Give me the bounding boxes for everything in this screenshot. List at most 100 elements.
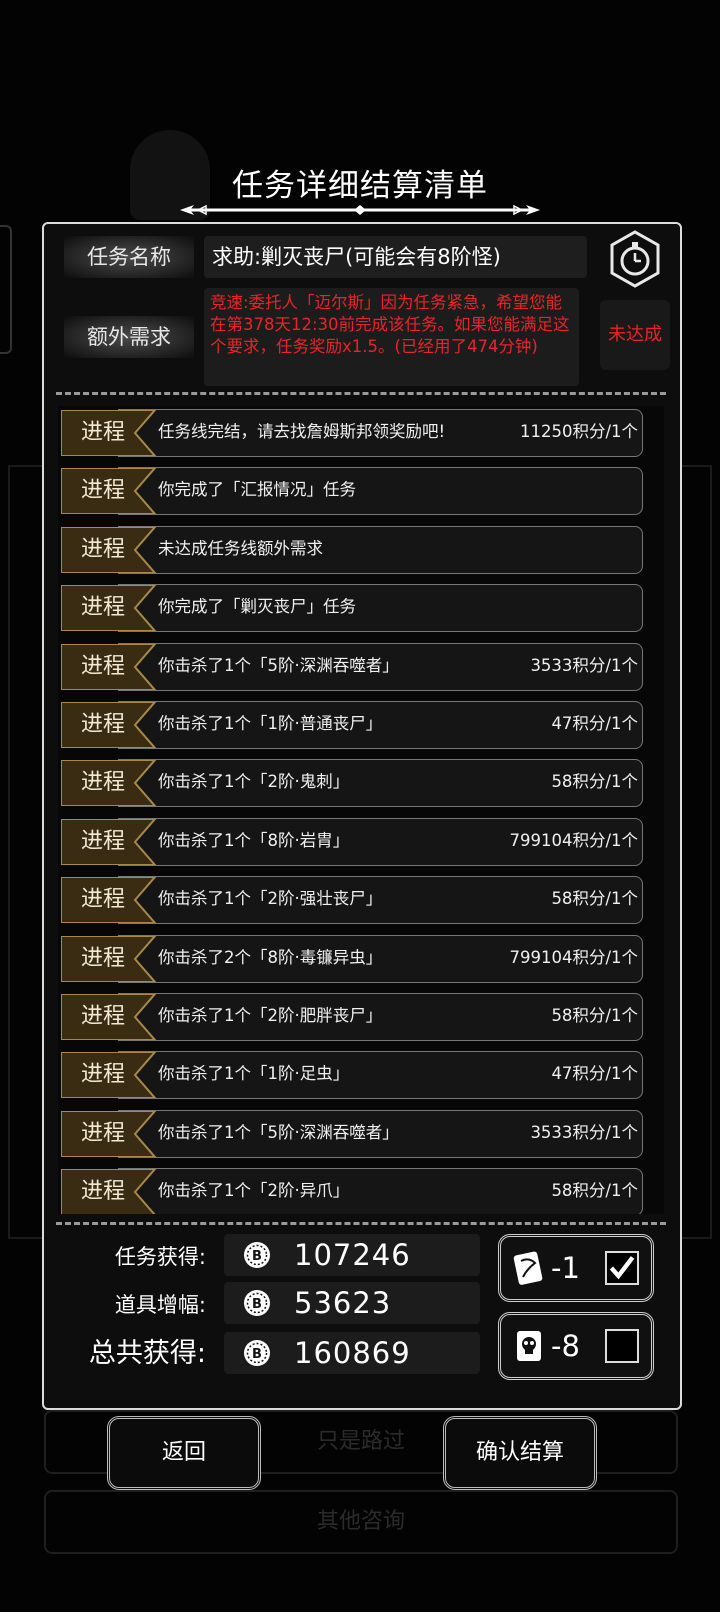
background-option-other: 其他咨询 xyxy=(44,1490,678,1554)
svg-text:B: B xyxy=(252,1347,262,1362)
progress-row-value: 58积分/1个 xyxy=(551,772,638,792)
item-bonus-label: 道具增幅: xyxy=(114,1293,206,1317)
progress-row-text: 你击杀了2个「8阶·毒镰异虫」 xyxy=(158,947,383,967)
divider-top xyxy=(56,392,666,395)
progress-tag-label: 进程 xyxy=(80,595,125,621)
progress-tag: 进程 xyxy=(61,1169,157,1214)
progress-tag: 进程 xyxy=(61,468,157,515)
progress-tag-label: 进程 xyxy=(80,887,125,913)
progress-row-text: 任务线完结，请去找詹姆斯邦领奖励吧! xyxy=(158,422,446,441)
progress-tag: 进程 xyxy=(61,410,157,456)
task-earned-value: 107246 xyxy=(294,1238,411,1272)
progress-row: 进程 你击杀了2个「8阶·毒镰异虫」 799104积分/1个 xyxy=(58,934,664,985)
progress-tag-label: 进程 xyxy=(80,420,125,445)
progress-tag-label: 进程 xyxy=(80,770,125,796)
coin-icon: B xyxy=(244,1340,270,1366)
total-earned-label: 总共获得: xyxy=(88,1338,206,1369)
progress-tag-label: 进程 xyxy=(80,828,125,854)
progress-row-value: 11250积分/1个 xyxy=(519,422,638,441)
progress-row-value: 47积分/1个 xyxy=(551,1064,638,1084)
progress-row-text: 你击杀了1个「5阶·深渊吞噬者」 xyxy=(158,655,399,675)
checkmark-icon xyxy=(609,1256,635,1280)
extra-requirement-label: 额外需求 xyxy=(64,316,194,358)
progress-tag-label: 进程 xyxy=(80,478,125,504)
item-scroll-toggle[interactable]: -1 xyxy=(498,1234,654,1302)
progress-row: 进程 你击杀了1个「1阶·普通丧尸」 47积分/1个 xyxy=(58,701,664,751)
stopwatch-icon xyxy=(610,230,660,288)
background-side-tab xyxy=(0,225,12,354)
progress-row-value: 47积分/1个 xyxy=(551,714,638,733)
progress-tag: 进程 xyxy=(61,643,157,690)
progress-row-value: 799104积分/1个 xyxy=(509,830,638,850)
item-scroll-checkbox[interactable] xyxy=(605,1251,639,1285)
task-earned-box: B 107246 xyxy=(224,1234,480,1276)
progress-tag: 进程 xyxy=(61,818,157,865)
progress-row: 进程 你击杀了1个「1阶·足虫」 47积分/1个 xyxy=(58,1051,664,1101)
progress-tag: 进程 xyxy=(61,585,157,632)
item-skull-checkbox[interactable] xyxy=(605,1329,639,1363)
progress-row-text: 你完成了「汇报情况」任务 xyxy=(158,480,356,500)
progress-tag: 进程 xyxy=(61,702,157,748)
progress-row-value: 799104积分/1个 xyxy=(509,947,638,967)
progress-row: 进程 你击杀了1个「2阶·异爪」 58积分/1个 xyxy=(58,1168,664,1214)
progress-row-value: 3533积分/1个 xyxy=(530,655,638,675)
progress-tag: 进程 xyxy=(61,1052,157,1099)
progress-row-text: 你击杀了1个「2阶·强壮丧尸」 xyxy=(158,889,383,909)
progress-row: 进程 未达成任务线额外需求 xyxy=(58,525,664,576)
svg-text:B: B xyxy=(252,1297,262,1312)
progress-row-value: 58积分/1个 xyxy=(551,889,638,909)
progress-row-text: 你击杀了1个「1阶·普通丧尸」 xyxy=(158,714,383,733)
progress-row: 进程 你击杀了1个「5阶·深渊吞噬者」 3533积分/1个 xyxy=(58,1109,664,1160)
extra-requirement-status: 未达成 xyxy=(600,300,670,370)
progress-row: 进程 你完成了「剿灭丧尸」任务 xyxy=(58,584,664,634)
total-earned-box: B 160869 xyxy=(224,1332,480,1374)
scroll-card-icon xyxy=(513,1251,543,1285)
progress-tag: 进程 xyxy=(61,526,157,573)
progress-row: 进程 你击杀了1个「2阶·肥胖丧尸」 58积分/1个 xyxy=(58,993,664,1043)
progress-tag-label: 进程 xyxy=(80,712,125,737)
progress-tag-label: 进程 xyxy=(80,1062,125,1088)
progress-row-text: 你击杀了1个「1阶·足虫」 xyxy=(158,1064,350,1084)
total-earned-value: 160869 xyxy=(294,1336,411,1370)
item-skull-count: -8 xyxy=(551,1329,580,1363)
progress-row: 进程 你击杀了1个「2阶·鬼刺」 58积分/1个 xyxy=(58,759,664,809)
progress-tag-label: 进程 xyxy=(80,653,125,679)
progress-row: 进程 你击杀了1个「8阶·岩胄」 799104积分/1个 xyxy=(58,817,664,868)
back-button[interactable]: 返回 xyxy=(107,1416,261,1490)
item-bonus-value: 53623 xyxy=(294,1286,392,1320)
progress-row: 进程 你击杀了1个「2阶·强壮丧尸」 58积分/1个 xyxy=(58,876,664,926)
progress-tag: 进程 xyxy=(61,877,157,924)
svg-text:B: B xyxy=(252,1249,262,1264)
progress-tag: 进程 xyxy=(61,935,157,982)
coin-icon: B xyxy=(244,1242,270,1268)
item-skull-toggle[interactable]: -8 xyxy=(498,1312,654,1380)
progress-row: 进程 你击杀了1个「5阶·深渊吞噬者」 3533积分/1个 xyxy=(58,642,664,693)
progress-tag-label: 进程 xyxy=(80,1004,125,1029)
progress-row-value: 3533积分/1个 xyxy=(530,1122,638,1142)
progress-tag-label: 进程 xyxy=(80,536,125,562)
progress-tag-label: 进程 xyxy=(80,1120,125,1146)
progress-row-value: 58积分/1个 xyxy=(551,1181,638,1201)
coin-icon: B xyxy=(244,1290,270,1316)
task-earned-label: 任务获得: xyxy=(114,1245,206,1269)
progress-list[interactable]: 进程 任务线完结，请去找詹姆斯邦领奖励吧! 11250积分/1个 进程 你完成了「汇报情… xyxy=(58,406,664,1214)
progress-row-text: 你击杀了1个「2阶·鬼刺」 xyxy=(158,772,350,792)
divider-bottom xyxy=(56,1222,666,1225)
settlement-panel: 任务名称 求助:剿灭丧尸(可能会有8阶怪) 额外需求 竞速:委托人「迈尔斯」因为… xyxy=(42,222,682,1410)
progress-tag-label: 进程 xyxy=(80,1179,125,1205)
progress-tag-label: 进程 xyxy=(80,945,125,971)
progress-row-text: 你完成了「剿灭丧尸」任务 xyxy=(158,597,356,617)
task-name-label: 任务名称 xyxy=(64,236,194,278)
title-ornament xyxy=(180,204,540,216)
progress-row-text: 你击杀了1个「8阶·岩胄」 xyxy=(158,830,350,850)
progress-row: 进程 任务线完结，请去找詹姆斯邦领奖励吧! 11250积分/1个 xyxy=(58,409,664,459)
skull-card-icon xyxy=(517,1331,541,1361)
progress-row-text: 你击杀了1个「2阶·肥胖丧尸」 xyxy=(158,1006,383,1025)
task-name-value: 求助:剿灭丧尸(可能会有8阶怪) xyxy=(204,236,587,278)
progress-row-text: 你击杀了1个「2阶·异爪」 xyxy=(158,1181,350,1201)
progress-row-value: 58积分/1个 xyxy=(551,1006,638,1025)
confirm-settlement-button[interactable]: 确认结算 xyxy=(443,1416,597,1490)
progress-row-text: 未达成任务线额外需求 xyxy=(158,538,323,558)
progress-tag: 进程 xyxy=(61,994,157,1040)
progress-tag: 进程 xyxy=(61,760,157,807)
